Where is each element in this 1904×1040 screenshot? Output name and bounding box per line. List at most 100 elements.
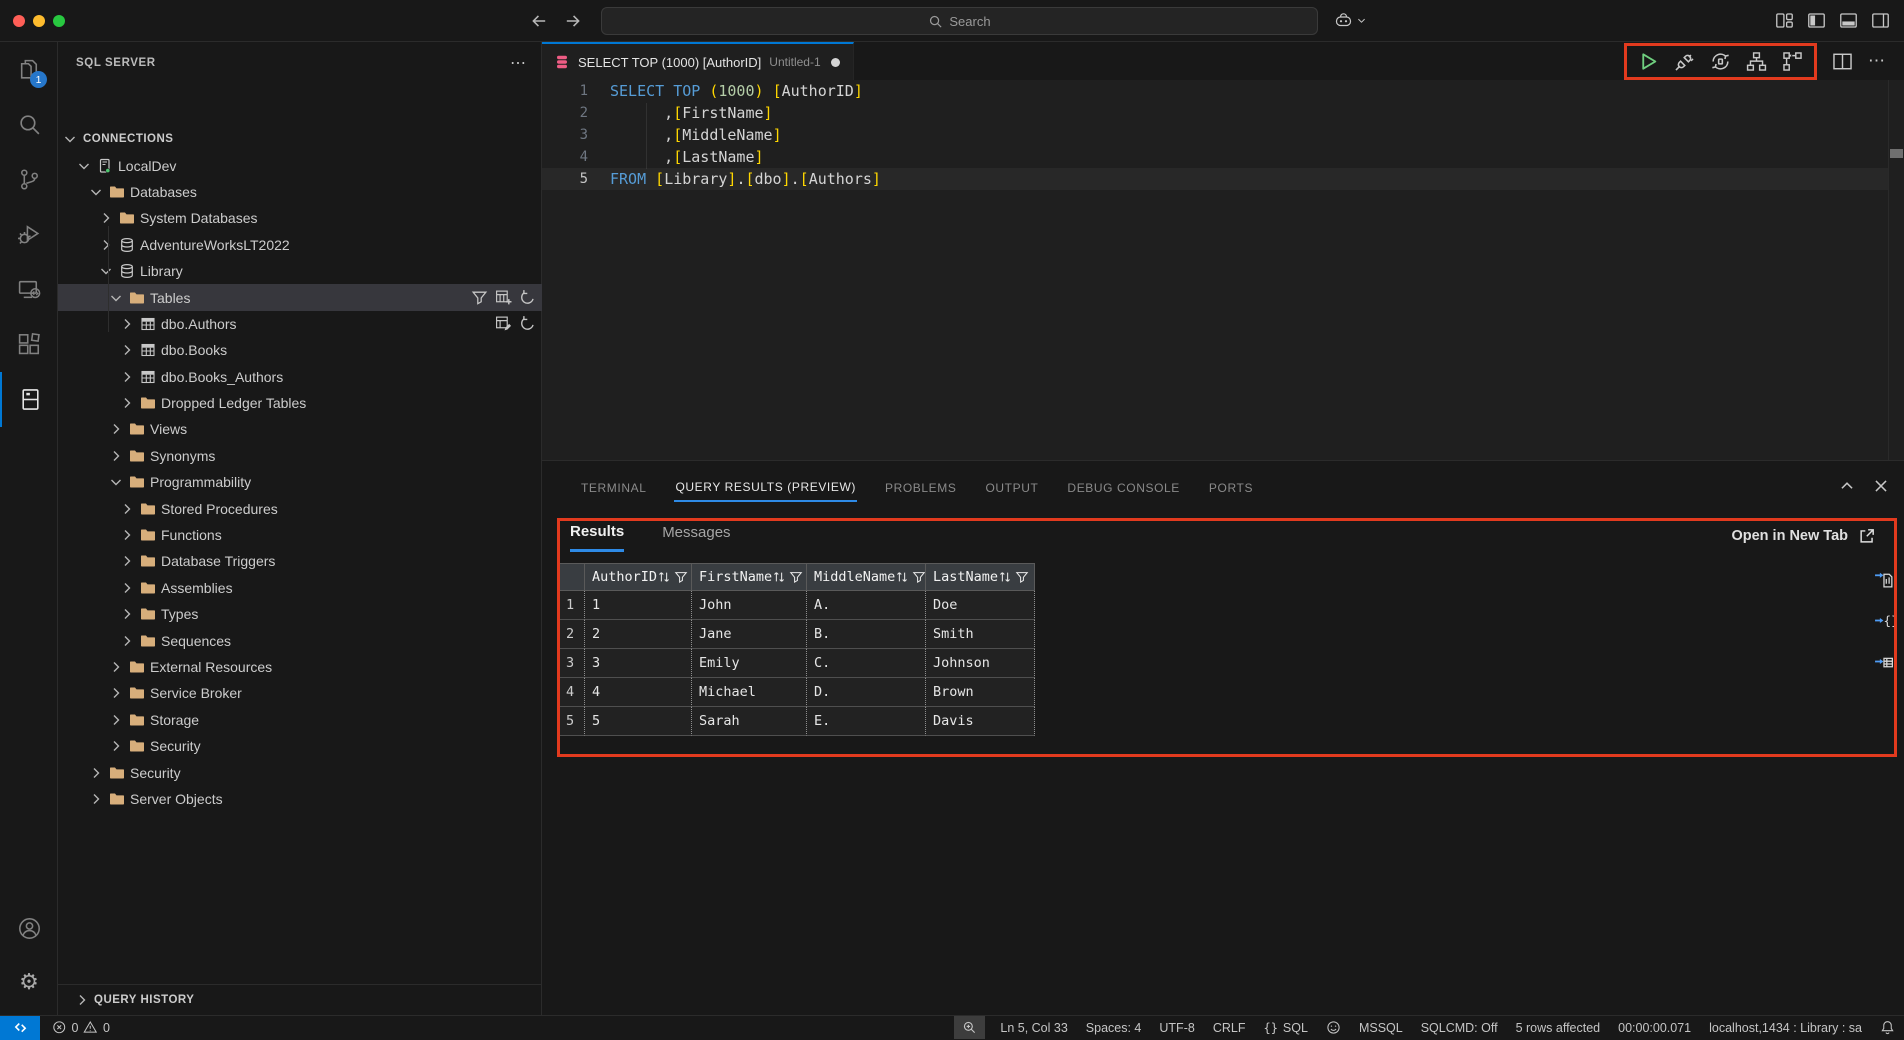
grid-cell[interactable]: 5	[585, 707, 692, 736]
navigate-forward-icon[interactable]	[564, 12, 582, 30]
chevron-right-icon[interactable]	[119, 395, 135, 411]
grid-header-lastname[interactable]: LastName	[926, 563, 1035, 591]
navigate-back-icon[interactable]	[530, 12, 548, 30]
row-number-cell[interactable]: 1	[558, 591, 585, 620]
grid-header-middlename[interactable]: MiddleName	[807, 563, 926, 591]
status-mssql-provider[interactable]: MSSQL	[1350, 1016, 1412, 1039]
filter-icon[interactable]	[1015, 570, 1029, 584]
tree-item-functions[interactable]: Functions	[58, 522, 542, 548]
tree-item-programmability[interactable]: Programmability	[58, 469, 542, 495]
table-edit-icon[interactable]	[495, 315, 512, 332]
more-actions-icon[interactable]: ⋯	[507, 52, 529, 74]
refresh-icon[interactable]	[519, 315, 536, 332]
code-line-3[interactable]: 3 ,[MiddleName]	[542, 124, 1888, 146]
copilot-menu[interactable]	[1334, 11, 1367, 30]
actual-plan-icon[interactable]	[1782, 51, 1803, 72]
row-number-cell[interactable]: 5	[558, 707, 585, 736]
activity-item-remote-explorer[interactable]	[0, 262, 58, 317]
grid-cell[interactable]: Davis	[926, 707, 1035, 736]
code-line-4[interactable]: 4 ,[LastName]	[542, 146, 1888, 168]
grid-cell[interactable]: Michael	[692, 678, 807, 707]
split-editor-icon[interactable]	[1832, 51, 1853, 72]
tree-item-server-objects[interactable]: Server Objects	[58, 786, 542, 812]
tree-item-adventureworkslt2022[interactable]: AdventureWorksLT2022	[58, 232, 542, 258]
status-sqlcmd-mode[interactable]: SQLCMD: Off	[1412, 1016, 1507, 1039]
grid-cell[interactable]: John	[692, 591, 807, 620]
sort-icon[interactable]	[772, 570, 786, 584]
grid-cell[interactable]: C.	[807, 649, 926, 678]
open-in-new-tab-button[interactable]: Open in New Tab	[1731, 527, 1876, 545]
grid-cell[interactable]: A.	[807, 591, 926, 620]
layout-sidebar-left-icon[interactable]	[1807, 11, 1826, 30]
status-language-mode[interactable]: {}SQL	[1254, 1016, 1316, 1039]
sort-icon[interactable]	[998, 570, 1012, 584]
panel-tab-problems[interactable]: PROBLEMS	[884, 475, 958, 501]
tree-item-types[interactable]: Types	[58, 601, 542, 627]
grid-cell[interactable]: Sarah	[692, 707, 807, 736]
row-number-cell[interactable]: 2	[558, 620, 585, 649]
panel-tab-query-results-preview[interactable]: QUERY RESULTS (PREVIEW)	[674, 474, 857, 502]
chevron-right-icon[interactable]	[119, 501, 135, 517]
tree-item-synonyms[interactable]: Synonyms	[58, 443, 542, 469]
status-encoding[interactable]: UTF-8	[1150, 1016, 1203, 1039]
tree-item-dropped-ledger-tables[interactable]: Dropped Ledger Tables	[58, 390, 542, 416]
chevron-down-icon[interactable]	[108, 290, 124, 306]
layout-panel-icon[interactable]	[1839, 11, 1858, 30]
chevron-right-icon[interactable]	[98, 210, 114, 226]
chevron-right-icon[interactable]	[88, 791, 104, 807]
sort-icon[interactable]	[895, 570, 909, 584]
panel-tab-terminal[interactable]: TERMINAL	[580, 475, 647, 501]
editor-scrollbar-thumb[interactable]	[1890, 149, 1903, 158]
activity-item-sql-server[interactable]	[0, 372, 58, 427]
tree-item-dbo-books[interactable]: dbo.Books	[58, 337, 542, 363]
problems-status[interactable]: 0 0	[52, 1020, 110, 1035]
code-line-2[interactable]: 2 ,[FirstName]	[542, 102, 1888, 124]
code-line-1[interactable]: 1SELECT TOP (1000) [AuthorID]	[542, 80, 1888, 102]
chevron-right-icon[interactable]	[98, 237, 114, 253]
chevron-right-icon[interactable]	[108, 421, 124, 437]
grid-cell[interactable]: Jane	[692, 620, 807, 649]
layout-sidebar-right-icon[interactable]	[1871, 11, 1890, 30]
chevron-down-icon[interactable]	[98, 263, 114, 279]
chevron-right-icon[interactable]	[119, 316, 135, 332]
chevron-right-icon[interactable]	[119, 553, 135, 569]
grid-cell[interactable]: Doe	[926, 591, 1035, 620]
tree-item-system-databases[interactable]: System Databases	[58, 205, 542, 231]
tree-item-localdev[interactable]: LocalDev	[58, 152, 542, 178]
tree-item-dbo-books-authors[interactable]: dbo.Books_Authors	[58, 364, 542, 390]
activity-item-run-and-debug[interactable]	[0, 207, 58, 262]
chevron-right-icon[interactable]	[119, 606, 135, 622]
grid-cell[interactable]: E.	[807, 707, 926, 736]
chevron-right-icon[interactable]	[119, 369, 135, 385]
query-history-section[interactable]: QUERY HISTORY	[58, 984, 542, 1015]
run-query-icon[interactable]	[1638, 51, 1659, 72]
refresh-icon[interactable]	[519, 289, 536, 306]
row-number-cell[interactable]: 4	[558, 678, 585, 707]
layout-customize-icon[interactable]	[1775, 11, 1794, 30]
grid-cell[interactable]: 3	[585, 649, 692, 678]
status-connection-info[interactable]: localhost,1434 : Library : sa	[1700, 1016, 1871, 1039]
grid-cell[interactable]: Emily	[692, 649, 807, 678]
grid-cell[interactable]: Brown	[926, 678, 1035, 707]
grid-cell[interactable]: 1	[585, 591, 692, 620]
status-eol[interactable]: CRLF	[1204, 1016, 1255, 1039]
grid-cell[interactable]: 2	[585, 620, 692, 649]
minimize-window-button[interactable]	[33, 15, 45, 27]
tree-item-security[interactable]: Security	[58, 759, 542, 785]
activity-item-explorer[interactable]: 1	[0, 42, 58, 97]
chevron-down-icon[interactable]	[108, 474, 124, 490]
editor-scrollbar[interactable]	[1888, 80, 1889, 460]
panel-tab-ports[interactable]: PORTS	[1208, 475, 1254, 501]
status-indentation[interactable]: Spaces: 4	[1077, 1016, 1151, 1039]
code-line-5[interactable]: 5FROM [Library].[dbo].[Authors]	[542, 168, 1888, 190]
chevron-right-icon[interactable]	[119, 527, 135, 543]
tree-item-storage[interactable]: Storage	[58, 707, 542, 733]
status-zoom-indicator[interactable]	[954, 1016, 985, 1039]
grid-header-authorid[interactable]: AuthorID	[585, 563, 692, 591]
activity-item-accounts[interactable]	[0, 901, 58, 955]
activity-item-search[interactable]	[0, 97, 58, 152]
maximize-panel-icon[interactable]	[1838, 477, 1856, 495]
tree-item-tables[interactable]: Tables	[58, 284, 542, 310]
code-editor[interactable]: 1SELECT TOP (1000) [AuthorID]2 ,[FirstNa…	[542, 80, 1904, 460]
tab-results[interactable]: Results	[570, 523, 624, 552]
